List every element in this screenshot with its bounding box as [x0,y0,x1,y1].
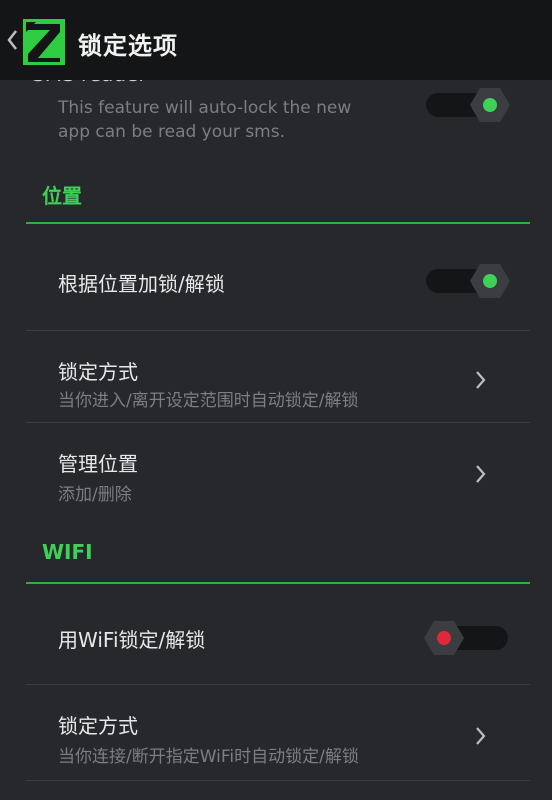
section-divider-wifi [26,582,530,584]
divider [26,780,530,781]
lock-by-location-title: 根据位置加锁/解锁 [58,272,225,296]
manage-location-subtitle: 添加/删除 [58,485,132,505]
screen: 锁定选项 SMS reader This feature will auto-l… [0,0,552,800]
app-logo-icon[interactable] [22,18,66,66]
location-lock-mode-title: 锁定方式 [58,360,138,384]
sms-reader-description-line1: This feature will auto-lock the new [58,98,352,118]
chevron-right-icon [476,465,486,483]
page-title: 锁定选项 [78,32,178,60]
lock-by-location-toggle[interactable] [424,264,510,298]
manage-location-title: 管理位置 [58,452,138,476]
chevron-left-icon[interactable] [6,28,18,52]
settings-list[interactable]: SMS reader This feature will auto-lock t… [0,62,552,800]
section-divider-location [26,222,530,224]
wifi-lock-mode-title: 锁定方式 [58,714,138,738]
divider [26,330,530,331]
chevron-right-icon [476,727,486,745]
section-header-wifi: WIFI [42,540,93,564]
chevron-right-icon [476,371,486,389]
section-header-location: 位置 [42,184,82,208]
lock-by-wifi-toggle[interactable] [424,621,510,655]
location-lock-mode-subtitle: 当你进入/离开设定范围时自动锁定/解锁 [58,391,359,411]
divider [26,422,530,423]
lock-by-wifi-title: 用WiFi锁定/解锁 [58,628,206,652]
sms-reader-toggle[interactable] [424,88,510,122]
wifi-lock-mode-subtitle: 当你连接/断开指定WiFi时自动锁定/解锁 [58,747,359,767]
divider [26,684,530,685]
sms-reader-description-line2: app can be read your sms. [58,122,285,142]
action-bar: 锁定选项 [0,0,552,80]
